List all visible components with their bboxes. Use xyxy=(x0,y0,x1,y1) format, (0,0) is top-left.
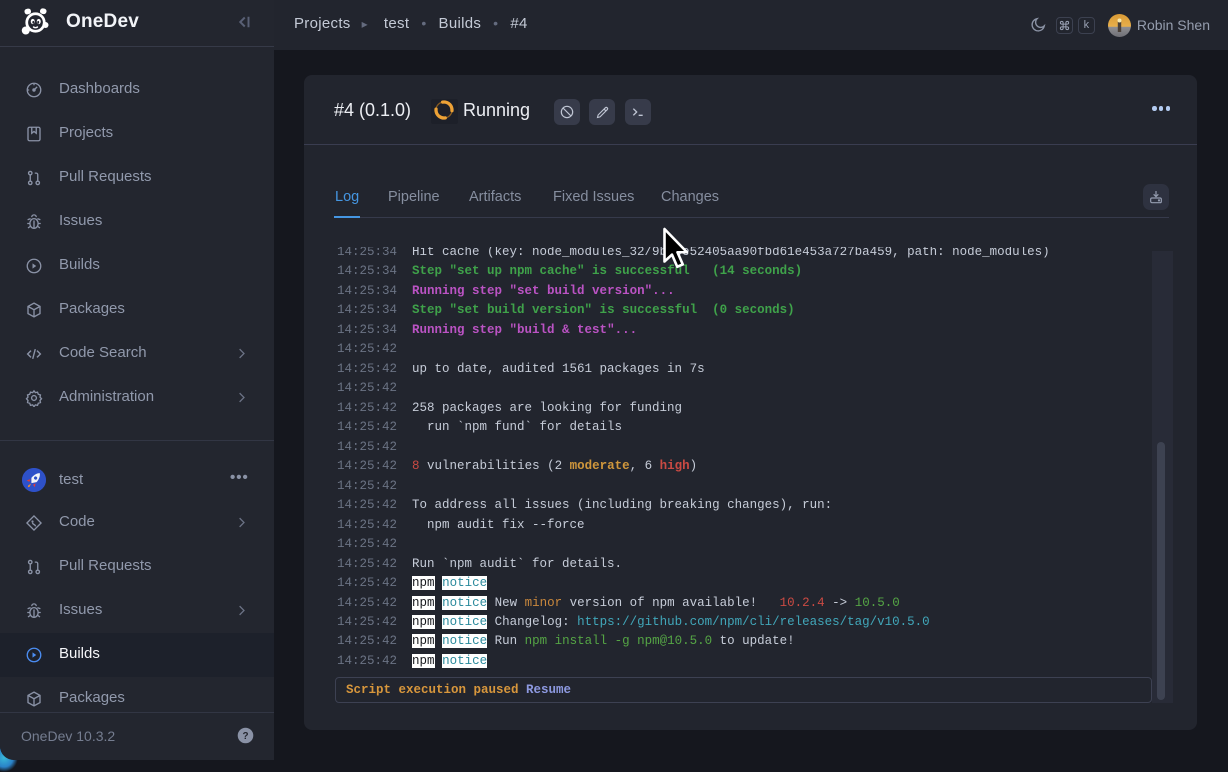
svg-text:?: ? xyxy=(242,731,248,742)
